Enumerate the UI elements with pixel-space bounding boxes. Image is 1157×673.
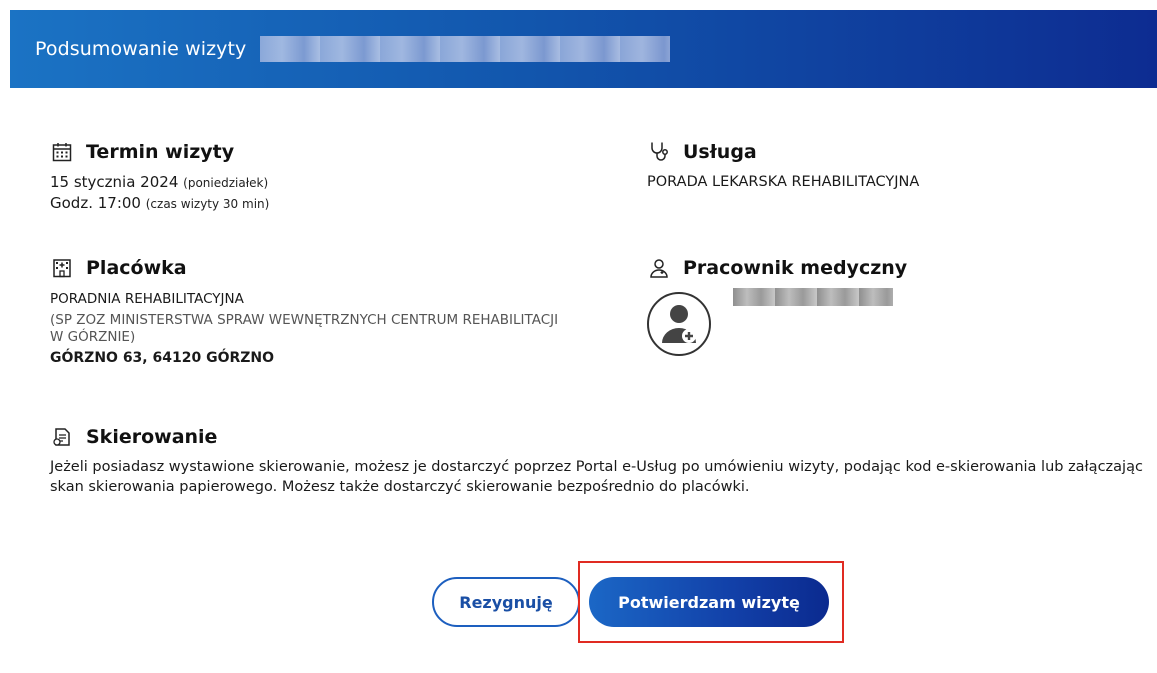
- stethoscope-icon: [647, 140, 671, 164]
- referral-document-icon: [50, 425, 74, 449]
- service-value: PORADA LEKARSKA REHABILITACYJNA: [647, 174, 920, 190]
- facility-address: GÓRZNO 63, 64120 GÓRZNO: [50, 350, 275, 366]
- visit-date-heading: Termin wizyty: [50, 140, 269, 164]
- doctor-avatar: [647, 292, 711, 356]
- redacted-patient-name: [260, 36, 671, 62]
- facility-name: PORADNIA REHABILITACYJNA: [50, 291, 244, 307]
- calendar-icon: [50, 140, 74, 164]
- referral-heading: Skierowanie: [50, 425, 1150, 449]
- visit-date: 15 stycznia 2024: [50, 173, 179, 191]
- referral-text-line1: Jeżeli posiadasz wystawione skierowanie,…: [50, 459, 1143, 475]
- service-heading: Usługa: [647, 140, 919, 164]
- facility-section: Placówka PORADNIA REHABILITACYJNA (SP ZO…: [50, 256, 558, 366]
- visit-time-line: Godz. 17:00 (czas wizyty 30 min): [50, 193, 269, 214]
- visit-date-line: 15 stycznia 2024 (poniedziałek): [50, 172, 269, 193]
- referral-heading-text: Skierowanie: [86, 426, 218, 448]
- facility-heading-text: Placówka: [86, 257, 187, 279]
- page-title: Podsumowanie wizyty: [35, 38, 247, 60]
- service-heading-text: Usługa: [683, 141, 757, 163]
- referral-text: Jeżeli posiadasz wystawione skierowanie,…: [50, 457, 1150, 497]
- visit-weekday: (poniedziałek): [183, 176, 269, 190]
- visit-duration: (czas wizyty 30 min): [145, 197, 270, 211]
- facility-heading: Placówka: [50, 256, 558, 280]
- medical-worker-heading-text: Pracownik medyczny: [683, 257, 908, 279]
- redacted-worker-name: [733, 288, 893, 306]
- page-header: Podsumowanie wizyty: [10, 10, 1157, 88]
- confirm-visit-button[interactable]: Potwierdzam wizytę: [589, 577, 829, 627]
- hospital-building-icon: [50, 256, 74, 280]
- referral-text-line2: skan skierowania papierowego. Możesz tak…: [50, 479, 750, 495]
- facility-org-line1: (SP ZOZ MINISTERSTWA SPRAW WEWNĘTRZNYCH …: [50, 312, 559, 328]
- facility-org-line2: W GÓRZNIE): [50, 329, 136, 345]
- visit-time: Godz. 17:00: [50, 194, 141, 212]
- referral-section: Skierowanie Jeżeli posiadasz wystawione …: [50, 425, 1150, 497]
- visit-date-heading-text: Termin wizyty: [86, 141, 235, 163]
- cancel-button[interactable]: Rezygnuję: [432, 577, 580, 627]
- visit-date-section: Termin wizyty 15 stycznia 2024 (poniedzi…: [50, 140, 269, 214]
- doctor-icon: [647, 256, 671, 280]
- service-section: Usługa PORADA LEKARSKA REHABILITACYJNA: [647, 140, 919, 192]
- medical-worker-section: Pracownik medyczny: [647, 256, 967, 356]
- medical-worker-heading: Pracownik medyczny: [647, 256, 967, 280]
